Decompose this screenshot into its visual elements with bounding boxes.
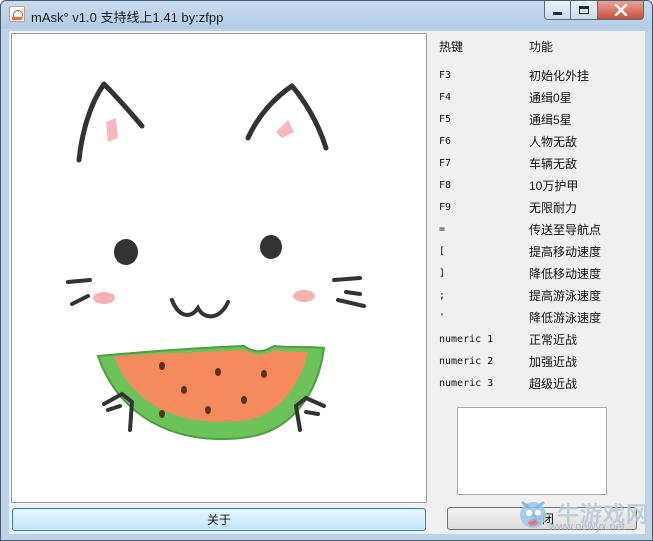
hotkey-function: 正常近战 [529, 333, 578, 347]
close-button[interactable]: 关闭 [447, 507, 637, 530]
hotkey-row: F8 10万护甲 [431, 175, 645, 197]
hotkey-key: ; [439, 290, 446, 301]
close-icon [614, 4, 627, 16]
hotkey-function: 无限耐力 [529, 201, 578, 215]
hotkey-row: ; 提高游泳速度 [431, 285, 645, 307]
hotkey-row: F7 车辆无敌 [431, 153, 645, 175]
hotkey-key: F9 [439, 202, 452, 213]
hotkey-function: 10万护甲 [529, 179, 579, 193]
hotkey-function: 降低游泳速度 [529, 311, 602, 325]
hotkey-function: 车辆无敌 [529, 157, 578, 171]
hotkey-function: 加强近战 [529, 355, 578, 369]
maximize-button[interactable] [571, 1, 598, 20]
hotkey-header: 热键 功能 [431, 36, 645, 58]
hotkey-function: 超级近战 [529, 377, 578, 391]
blank-text-box[interactable] [457, 407, 607, 495]
hotkey-key: F5 [439, 114, 452, 125]
cat-image [11, 33, 427, 503]
hotkey-function: 提高游泳速度 [529, 289, 602, 303]
hotkey-function: 人物无敌 [529, 135, 578, 149]
hotkey-key: ] [439, 268, 446, 279]
hotkey-row: ' 降低游泳速度 [431, 307, 645, 329]
hotkey-row: F3 初始化外挂 [431, 65, 645, 87]
window-controls [544, 1, 644, 20]
hotkey-row: [ 提高移动速度 [431, 241, 645, 263]
hotkey-key: numeric 2 [439, 356, 494, 367]
window-title: mAsk° v1.0 支持线上1.41 by:zfpp [31, 10, 224, 25]
hotkey-function: 通缉5星 [529, 113, 572, 127]
about-button[interactable]: 关于 [12, 508, 426, 531]
hotkey-key: numeric 1 [439, 334, 494, 345]
hotkey-row: = 传送至导航点 [431, 219, 645, 241]
header-function: 功能 [529, 40, 554, 54]
hotkey-function: 提高移动速度 [529, 245, 602, 259]
hotkey-key: F4 [439, 92, 452, 103]
hotkey-list: 热键 功能 F3 初始化外挂 F4 通缉0星 F5 通缉5星 F6 人物无敌 F… [431, 31, 645, 403]
hotkey-row: numeric 1 正常近战 [431, 329, 645, 351]
hotkey-key: numeric 3 [439, 378, 494, 389]
hotkey-key: F8 [439, 180, 452, 191]
hotkey-key: = [439, 224, 446, 235]
hotkey-key: F6 [439, 136, 452, 147]
hotkey-key: F3 [439, 70, 452, 81]
hotkey-row: F6 人物无敌 [431, 131, 645, 153]
title-bar[interactable]: mAsk° v1.0 支持线上1.41 by:zfpp [1, 1, 652, 29]
client-area: 热键 功能 F3 初始化外挂 F4 通缉0星 F5 通缉5星 F6 人物无敌 F… [9, 31, 645, 534]
hotkey-function: 通缉0星 [529, 91, 572, 105]
minimize-button[interactable] [544, 1, 571, 20]
minimize-icon [553, 11, 562, 15]
hotkey-row: F4 通缉0星 [431, 87, 645, 109]
hotkey-key: [ [439, 246, 446, 257]
header-hotkey: 热键 [439, 40, 464, 54]
hotkey-row: F5 通缉5星 [431, 109, 645, 131]
hotkey-row: F9 无限耐力 [431, 197, 645, 219]
app-icon [9, 6, 25, 22]
hotkey-row: numeric 2 加强近战 [431, 351, 645, 373]
hotkey-function: 降低移动速度 [529, 267, 602, 281]
hotkey-function: 初始化外挂 [529, 69, 590, 83]
close-window-button[interactable] [598, 1, 644, 20]
hotkey-row: numeric 3 超级近战 [431, 373, 645, 395]
maximize-icon [579, 6, 589, 14]
hotkey-key: F7 [439, 158, 452, 169]
hotkey-key: ' [439, 312, 446, 323]
hotkey-function: 传送至导航点 [529, 223, 602, 237]
app-window: mAsk° v1.0 支持线上1.41 by:zfpp 热键 功能 F3 初始化… [0, 0, 653, 541]
hotkey-row: ] 降低移动速度 [431, 263, 645, 285]
